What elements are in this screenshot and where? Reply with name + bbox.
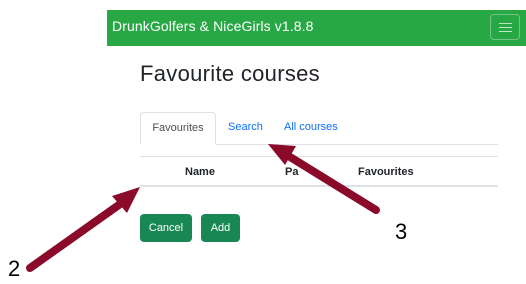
- annotation-label-3: 3: [395, 219, 408, 244]
- annotation-arrows: [26, 144, 380, 272]
- annotation-arrow-3: [268, 144, 380, 214]
- annotation-label-2: 2: [8, 256, 21, 281]
- annotation-arrow-2: [26, 187, 140, 272]
